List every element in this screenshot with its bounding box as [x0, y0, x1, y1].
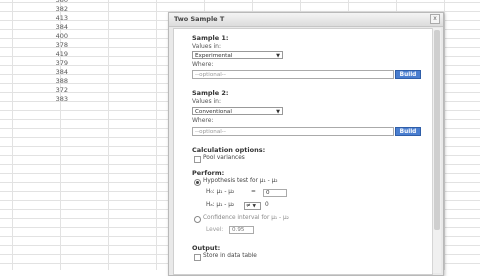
sample2-values-label: Values in:: [192, 98, 222, 105]
cell[interactable]: 382: [0, 5, 70, 14]
sample2-heading: Sample 2:: [192, 89, 229, 97]
store-in-data-table-checkbox[interactable]: [194, 254, 201, 261]
data-column: 380 382 413 384 400 378 419 379 384 388 …: [0, 0, 70, 104]
sample1-build-button[interactable]: Build: [395, 70, 421, 79]
sample1-heading: Sample 1:: [192, 34, 229, 42]
ha-operator: ≠: [246, 203, 251, 209]
h0-value-input[interactable]: 0: [263, 189, 287, 197]
sample1-values-selected: Experimental: [195, 53, 233, 59]
two-sample-t-dialog: Two Sample T x Sample 1: Values in: Expe…: [168, 12, 444, 276]
cell[interactable]: 413: [0, 14, 70, 23]
chevron-down-icon: ▼: [276, 109, 280, 115]
ha-label: Hₐ: μ₁ - μ₂: [206, 202, 235, 208]
sample1-values-select[interactable]: Experimental ▼: [192, 51, 283, 59]
output-heading: Output:: [192, 244, 221, 252]
confidence-interval-radio[interactable]: [194, 216, 201, 223]
h0-equals: =: [251, 189, 256, 195]
level-label: Level:: [206, 227, 224, 233]
dialog-title: Two Sample T: [174, 15, 225, 23]
sample2-where-input[interactable]: --optional--: [192, 127, 394, 136]
cell[interactable]: 383: [0, 95, 70, 104]
chevron-down-icon: ▼: [276, 53, 280, 59]
hypothesis-test-label: Hypothesis test for μ₁ - μ₂: [203, 178, 278, 184]
perform-heading: Perform:: [192, 169, 225, 177]
cell[interactable]: 384: [0, 68, 70, 77]
cell[interactable]: 372: [0, 86, 70, 95]
cell[interactable]: 388: [0, 77, 70, 86]
sample2-values-selected: Conventional: [195, 109, 232, 115]
ha-value: 0: [265, 202, 269, 208]
sample2-values-select[interactable]: Conventional ▼: [192, 107, 283, 115]
sample2-build-button[interactable]: Build: [395, 127, 421, 136]
calc-options-heading: Calculation options:: [192, 146, 266, 154]
sample2-where-label: Where:: [192, 117, 214, 124]
dialog-body: Sample 1: Values in: Experimental ▼ Wher…: [173, 28, 433, 275]
dialog-titlebar[interactable]: Two Sample T x: [169, 13, 443, 27]
scrollbar-thumb[interactable]: [434, 30, 440, 230]
store-in-data-table-label: Store in data table: [203, 253, 257, 259]
pool-variances-label: Pool variances: [203, 155, 245, 161]
cell[interactable]: 378: [0, 41, 70, 50]
level-input[interactable]: 0.95: [229, 226, 254, 234]
sample1-where-label: Where:: [192, 61, 214, 68]
h0-label: H₀: μ₁ - μ₂: [206, 189, 235, 195]
pool-variances-checkbox[interactable]: [194, 156, 201, 163]
chevron-down-icon: ▼: [252, 204, 256, 209]
sample1-values-label: Values in:: [192, 43, 222, 50]
sample1-where-input[interactable]: --optional--: [192, 70, 394, 79]
close-icon[interactable]: x: [430, 14, 440, 24]
confidence-interval-label: Confidence interval for μ₁ - μ₂: [203, 215, 289, 221]
cell[interactable]: 379: [0, 59, 70, 68]
hypothesis-test-radio[interactable]: [194, 179, 201, 186]
dialog-scrollbar[interactable]: [432, 28, 441, 273]
cell[interactable]: 400: [0, 32, 70, 41]
cell[interactable]: 384: [0, 23, 70, 32]
cell[interactable]: 419: [0, 50, 70, 59]
ha-operator-select[interactable]: ≠ ▼: [244, 202, 261, 210]
